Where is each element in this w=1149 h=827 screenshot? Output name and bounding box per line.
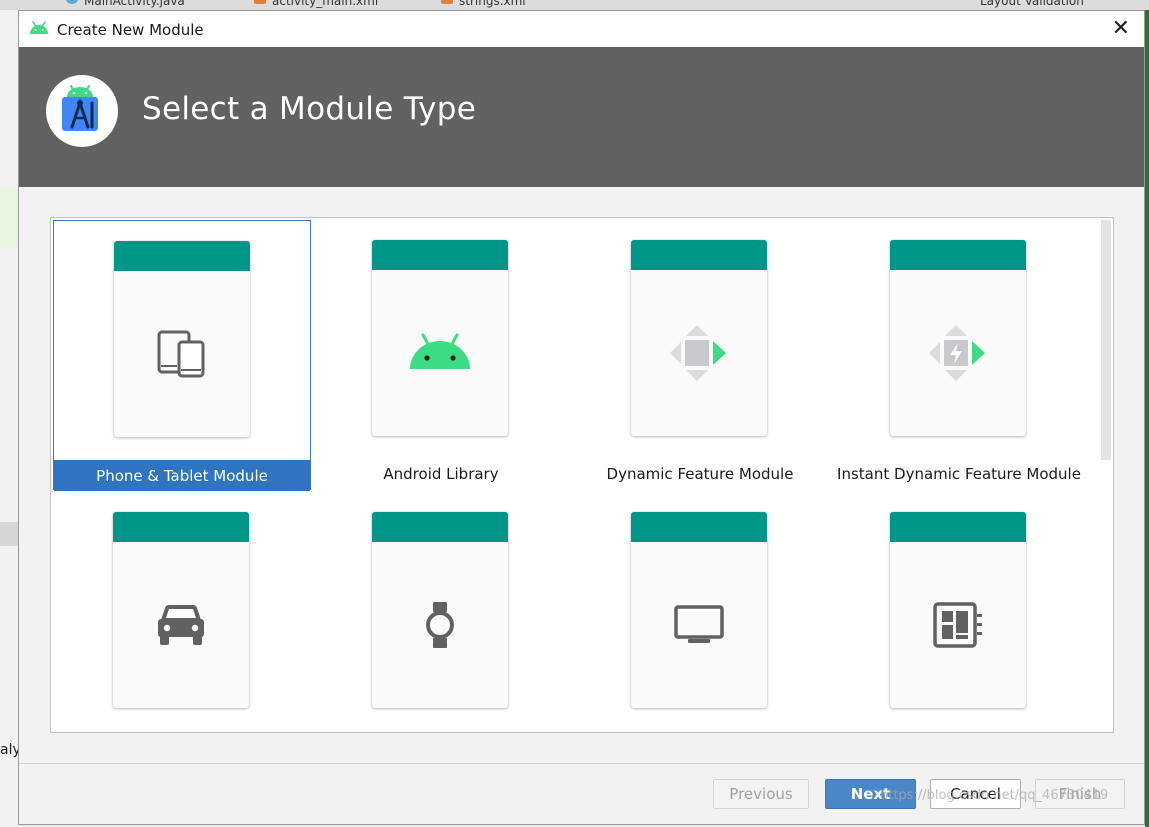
module-card bbox=[114, 241, 250, 437]
module-card bbox=[890, 512, 1026, 708]
module-label bbox=[312, 730, 570, 732]
module-card bbox=[372, 240, 508, 436]
header-banner: Select a Module Type bbox=[19, 47, 1144, 187]
java-file-icon bbox=[66, 0, 78, 4]
module-tile-android-library[interactable]: Android Library bbox=[312, 220, 570, 490]
dynamic-feature-icon bbox=[670, 325, 726, 381]
things-board-icon bbox=[933, 602, 982, 648]
ide-left-panel: aly bbox=[0, 10, 21, 827]
watch-icon bbox=[426, 602, 454, 648]
phone-tablet-icon bbox=[157, 330, 205, 378]
module-card bbox=[372, 512, 508, 708]
module-card bbox=[113, 512, 249, 708]
module-label bbox=[830, 730, 1088, 732]
module-card bbox=[631, 240, 767, 436]
module-tile-wear[interactable] bbox=[312, 492, 570, 732]
module-label bbox=[571, 730, 829, 732]
module-tile-instant-dynamic-feature[interactable]: Instant Dynamic Feature Module bbox=[830, 220, 1088, 490]
create-module-dialog: Create New Module ✕ Select a Module Type bbox=[18, 10, 1145, 825]
android-icon bbox=[410, 333, 470, 369]
module-tile-dynamic-feature[interactable]: Dynamic Feature Module bbox=[571, 220, 829, 490]
module-label: Android Library bbox=[383, 465, 499, 483]
module-tile-things[interactable] bbox=[830, 492, 1088, 732]
xml-file-icon bbox=[254, 0, 266, 4]
android-studio-logo bbox=[46, 75, 118, 147]
module-card bbox=[631, 512, 767, 708]
ide-tab-mainactivity[interactable]: MainActivity.java bbox=[66, 0, 216, 8]
module-gallery: Phone & Tablet Module Android Library Dy… bbox=[50, 217, 1114, 733]
page-title: Select a Module Type bbox=[142, 91, 477, 127]
module-card bbox=[890, 240, 1026, 436]
dialog-title-bar: Create New Module ✕ bbox=[19, 11, 1144, 47]
ide-tab-strings[interactable]: strings.xml bbox=[441, 0, 551, 8]
module-label: Dynamic Feature Module bbox=[606, 465, 794, 483]
dialog-title: Create New Module bbox=[57, 21, 204, 39]
module-tile-phone-tablet[interactable]: Phone & Tablet Module bbox=[53, 220, 311, 491]
android-studio-icon bbox=[62, 85, 98, 131]
gallery-scrollbar[interactable] bbox=[1101, 220, 1111, 460]
tv-icon bbox=[674, 605, 724, 643]
watermark: https://blog.csdn.net/qq_46730419 bbox=[880, 788, 1109, 803]
module-tile-automotive[interactable] bbox=[53, 492, 311, 732]
xml-file-icon bbox=[441, 0, 453, 4]
module-label: Instant Dynamic Feature Module bbox=[837, 465, 1081, 483]
footer-divider bbox=[19, 763, 1144, 764]
ide-tab-activity-main[interactable]: activity_main.xml bbox=[254, 0, 404, 8]
android-icon bbox=[30, 21, 48, 34]
module-tile-tv[interactable] bbox=[571, 492, 829, 732]
close-icon[interactable]: ✕ bbox=[1112, 17, 1130, 41]
instant-dynamic-feature-icon bbox=[929, 325, 985, 381]
car-icon bbox=[158, 605, 204, 645]
ide-right-panel bbox=[1145, 10, 1149, 827]
module-label bbox=[53, 730, 311, 732]
previous-button[interactable]: Previous bbox=[713, 779, 809, 809]
module-label: Phone & Tablet Module bbox=[54, 460, 310, 491]
ide-tab-layout-validation[interactable]: Layout Validation bbox=[980, 0, 1110, 8]
